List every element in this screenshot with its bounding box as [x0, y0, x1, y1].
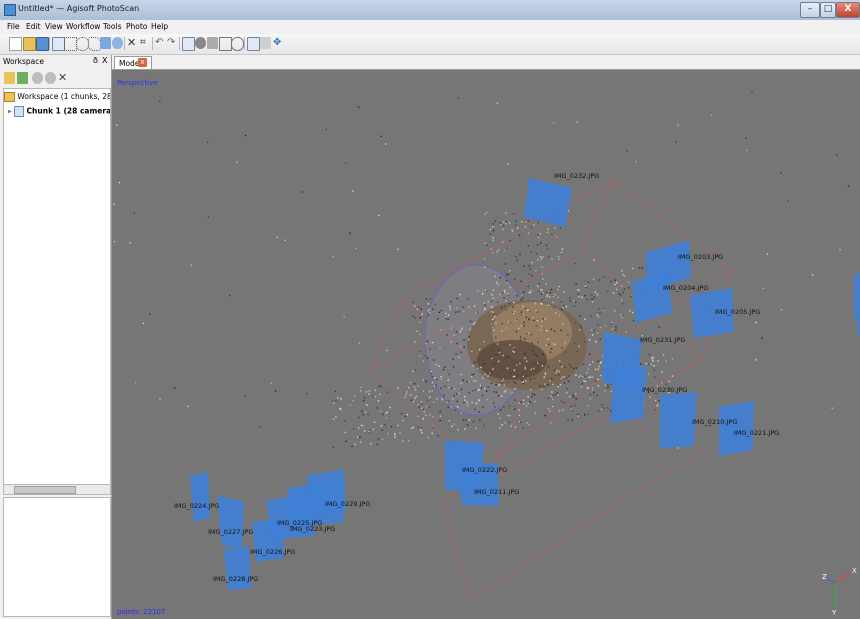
view-tab-strip: Model x: [112, 55, 860, 70]
menu-bar: File Edit View Workflow Tools Photo Help: [0, 20, 860, 34]
camera-label: IMG_0225.JPG: [277, 519, 323, 527]
workspace-hscrollbar[interactable]: [3, 484, 111, 495]
menu-photo[interactable]: Photo: [126, 22, 147, 31]
new-icon[interactable]: [9, 37, 22, 51]
tree-root-label: Workspace (1 chunks, 28 cameras): [17, 92, 111, 101]
rotate-icon[interactable]: [112, 37, 123, 49]
camera-plane[interactable]: [224, 546, 251, 590]
maximize-button[interactable]: □: [820, 2, 836, 18]
tab-close-icon[interactable]: x: [138, 58, 147, 67]
camera-plane[interactable]: [610, 366, 647, 423]
workspace-header: Workspace ð X: [0, 55, 111, 68]
workspace-icon: [4, 92, 15, 102]
camera-label: IMG_0221.JPG: [734, 429, 780, 437]
menu-edit[interactable]: Edit: [26, 22, 41, 31]
camera-label: IMG_0231.JPG: [640, 336, 686, 344]
redo-icon[interactable]: ↷: [167, 37, 178, 49]
camera-label: IMG_0230.JPG: [642, 386, 688, 394]
axis-z-label: Z: [822, 573, 827, 581]
camera-label: IMG_0205.JPG: [715, 308, 761, 316]
menu-file[interactable]: File: [7, 22, 20, 31]
open-icon[interactable]: [23, 37, 36, 51]
axis-gizmo: [825, 572, 851, 610]
chunk-icon: [14, 106, 25, 117]
camera-label: IMG_0229.JPG: [325, 500, 371, 508]
camera-label: IMG_0222.JPG: [462, 466, 508, 474]
show-region-icon[interactable]: [260, 37, 271, 49]
minimize-button[interactable]: –: [800, 2, 820, 18]
tree-root[interactable]: Workspace (1 chunks, 28 cameras): [4, 92, 111, 104]
camera-plane[interactable]: [854, 268, 860, 320]
camera-label: IMG_0211.JPG: [474, 488, 520, 496]
camera-label: IMG_0210.JPG: [692, 418, 738, 426]
close-pane-button[interactable]: X: [102, 56, 107, 65]
navigation-icon[interactable]: ✥: [273, 37, 284, 49]
properties-panel: [3, 497, 111, 617]
camera-label: IMG_0232.JPG: [554, 172, 600, 180]
model-viewport[interactable]: Perspective points: 23107 X Y Z IMG_0232…: [112, 70, 860, 619]
menu-tools[interactable]: Tools: [103, 22, 121, 31]
camera-plane[interactable]: [267, 494, 314, 540]
view-points-icon[interactable]: [182, 37, 195, 51]
move-icon[interactable]: [100, 37, 111, 49]
main-toolbar: ✕ ⌗ ↶ ↷ ✥: [0, 34, 860, 55]
undo-icon[interactable]: ↶: [155, 37, 166, 49]
enable-icon[interactable]: [32, 72, 43, 84]
menu-help[interactable]: Help: [151, 22, 168, 31]
tab-model[interactable]: Model x: [114, 56, 152, 69]
camera-label: IMG_0228.JPG: [213, 575, 259, 583]
camera-plane[interactable]: [524, 178, 572, 227]
workspace-pane: Workspace ð X ✕ Workspace (1 chunks, 28 …: [0, 55, 112, 619]
save-icon[interactable]: [36, 37, 49, 51]
points-readout: points: 23107: [117, 608, 166, 616]
workspace-tree: Workspace (1 chunks, 28 cameras) ▸ Chunk…: [3, 88, 111, 486]
camera-plane[interactable]: [190, 472, 210, 522]
axis-y-label: Y: [832, 609, 837, 617]
scroll-thumb[interactable]: [14, 486, 76, 494]
menu-workflow[interactable]: Workflow: [66, 22, 100, 31]
camera-label: IMG_0203.JPG: [678, 253, 724, 261]
window-title: Untitled* — Agisoft PhotoScan: [18, 4, 140, 13]
workspace-title: Workspace: [3, 57, 44, 66]
float-pane-button[interactable]: ð: [93, 56, 98, 65]
show-cameras-icon[interactable]: [247, 37, 260, 51]
add-chunk-icon[interactable]: [4, 72, 15, 84]
disable-icon[interactable]: [45, 72, 56, 84]
tree-chunk[interactable]: ▸ Chunk 1 (28 cameras, 23107 points): [8, 106, 111, 118]
camera-plane[interactable]: [632, 272, 672, 323]
view-textured-icon[interactable]: [207, 37, 218, 49]
camera-label: IMG_0224.JPG: [174, 502, 220, 510]
camera-plane[interactable]: [217, 495, 244, 548]
close-button[interactable]: X: [836, 2, 860, 18]
remove-icon[interactable]: ✕: [58, 72, 69, 84]
menu-view[interactable]: View: [45, 22, 63, 31]
axis-x-label: X: [852, 567, 857, 575]
expand-icon[interactable]: ▸: [8, 107, 12, 116]
add-photos-icon[interactable]: [17, 72, 28, 84]
view-dense-icon[interactable]: [231, 37, 244, 51]
delete-icon[interactable]: ✕: [127, 37, 138, 49]
projection-label: Perspective: [117, 79, 158, 87]
workspace-toolbar: ✕: [0, 69, 111, 87]
crop-icon[interactable]: ⌗: [140, 37, 151, 49]
camera-label: IMG_0204.JPG: [663, 284, 709, 292]
scene-canvas[interactable]: [112, 70, 860, 619]
view-solid-icon[interactable]: [195, 37, 206, 49]
camera-label: IMG_0226.JPG: [250, 548, 296, 556]
tree-chunk-label: Chunk 1 (28 cameras, 23107 points): [26, 106, 111, 116]
app-icon: [4, 4, 16, 16]
title-bar: Untitled* — Agisoft PhotoScan – □ X: [0, 0, 860, 21]
camera-label: IMG_0227.JPG: [208, 528, 254, 536]
